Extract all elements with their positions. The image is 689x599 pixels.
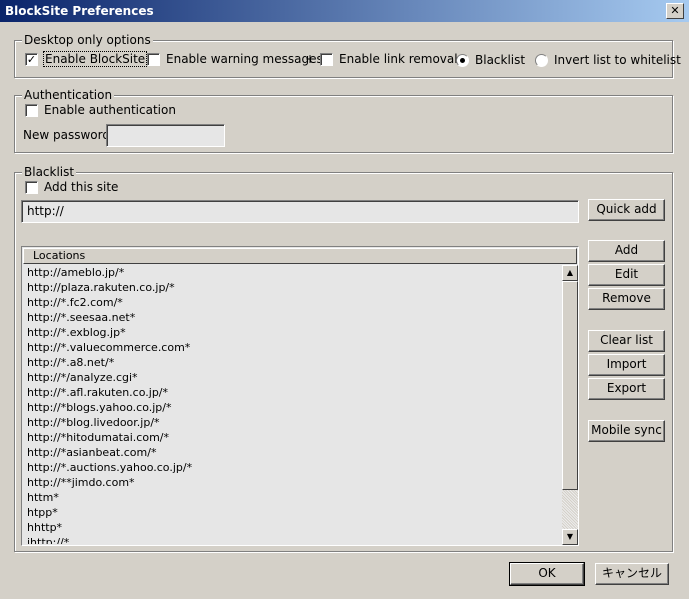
checkbox-icon [25, 180, 38, 194]
blacklist-legend: Blacklist [22, 165, 77, 179]
close-button[interactable]: ✕ [666, 3, 684, 19]
new-password-label: New password [23, 128, 110, 142]
edit-button[interactable]: Edit [588, 264, 665, 286]
enable-link-removal-checkbox[interactable]: Enable link removal [320, 52, 458, 66]
clear-list-button[interactable]: Clear list [588, 330, 665, 352]
export-button[interactable]: Export [588, 378, 665, 400]
window-title: BlockSite Preferences [5, 4, 154, 18]
vertical-scrollbar[interactable]: ▲ ▼ [562, 265, 578, 545]
list-item[interactable]: htpp* [27, 505, 557, 520]
enable-authentication-label: Enable authentication [44, 103, 176, 117]
title-bar: BlockSite Preferences ✕ [0, 0, 689, 22]
list-item[interactable]: http://*.auctions.yahoo.co.jp/* [27, 460, 557, 475]
list-item[interactable]: http://*blogs.yahoo.co.jp/* [27, 400, 557, 415]
checkbox-icon [25, 103, 38, 117]
list-item[interactable]: http://*.seesaa.net* [27, 310, 557, 325]
locations-column-header[interactable]: Locations [23, 248, 577, 264]
import-button[interactable]: Import [588, 354, 665, 376]
list-item[interactable]: http://ameblo.jp/* [27, 265, 557, 280]
enable-warning-label: Enable warning messages [166, 52, 323, 66]
list-item[interactable]: http://*hitodumatai.com/* [27, 430, 557, 445]
locations-list[interactable]: Locations http://ameblo.jp/* http://plaza… [21, 246, 579, 546]
checkbox-icon [25, 52, 38, 66]
radio-icon [456, 53, 469, 67]
list-item[interactable]: http://*/analyze.cgi* [27, 370, 557, 385]
radio-icon [535, 53, 548, 67]
close-icon: ✕ [670, 4, 680, 17]
list-item[interactable]: http://*.fc2.com/* [27, 295, 557, 310]
list-item[interactable]: httm* [27, 490, 557, 505]
checkbox-icon [147, 52, 160, 66]
plus-label: + [305, 52, 316, 66]
list-item[interactable]: hhttp* [27, 520, 557, 535]
list-item[interactable]: http://*asianbeat.com/* [27, 445, 557, 460]
whitelist-radio-label: Invert list to whitelist [554, 53, 681, 67]
checkbox-icon [320, 52, 333, 66]
add-this-site-checkbox[interactable]: Add this site [25, 180, 118, 194]
cancel-button[interactable]: キャンセル [595, 563, 669, 585]
authentication-legend: Authentication [22, 88, 115, 102]
list-item[interactable]: http://*.valuecommerce.com* [27, 340, 557, 355]
desktop-options-legend: Desktop only options [22, 33, 153, 47]
blacklist-radio-label: Blacklist [475, 53, 526, 67]
whitelist-radio[interactable]: Invert list to whitelist [535, 53, 681, 67]
new-password-input[interactable] [106, 124, 225, 147]
quick-add-button[interactable]: Quick add [588, 199, 665, 221]
list-item[interactable]: http://*.exblog.jp* [27, 325, 557, 340]
ok-button[interactable]: OK [509, 562, 585, 586]
list-item[interactable]: http://**jimdo.com* [27, 475, 557, 490]
enable-link-removal-label: Enable link removal [339, 52, 458, 66]
enable-blocksite-label: Enable BlockSite [42, 51, 148, 67]
list-item[interactable]: http://*blog.livedoor.jp/* [27, 415, 557, 430]
scroll-up-icon[interactable]: ▲ [562, 265, 578, 281]
scrollbar-thumb[interactable] [562, 281, 578, 490]
list-item[interactable]: ihttp://* [27, 535, 557, 544]
enable-warning-checkbox[interactable]: Enable warning messages [147, 52, 323, 66]
remove-button[interactable]: Remove [588, 288, 665, 310]
enable-blocksite-checkbox[interactable]: Enable BlockSite [25, 51, 148, 67]
scroll-down-icon[interactable]: ▼ [562, 529, 578, 545]
mobile-sync-button[interactable]: Mobile sync [588, 420, 665, 442]
list-item[interactable]: http://plaza.rakuten.co.jp/* [27, 280, 557, 295]
add-this-site-label: Add this site [44, 180, 119, 194]
enable-authentication-checkbox[interactable]: Enable authentication [25, 103, 176, 117]
add-button[interactable]: Add [588, 240, 665, 262]
locations-items: http://ameblo.jp/* http://plaza.rakuten.c… [27, 265, 557, 544]
blacklist-radio[interactable]: Blacklist [456, 53, 525, 67]
list-item[interactable]: http://*.a8.net/* [27, 355, 557, 370]
list-item[interactable]: http://*.afl.rakuten.co.jp/* [27, 385, 557, 400]
url-input[interactable]: http:// [21, 200, 579, 223]
